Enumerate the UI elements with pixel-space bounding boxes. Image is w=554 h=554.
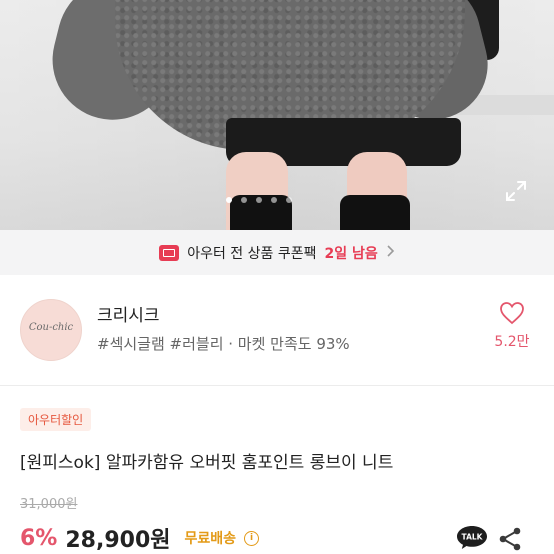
favorite-button[interactable]: 5.2만	[488, 301, 536, 351]
share-icon[interactable]	[497, 526, 523, 552]
coupon-icon	[159, 244, 180, 261]
coupon-days-left: 2일 남음	[324, 245, 378, 262]
price-row: 6% 28,900원 무료배송 i	[20, 522, 260, 554]
gallery-pagination	[226, 197, 292, 203]
promo-badge: 아우터할인	[20, 408, 92, 431]
sale-price: 28,900원	[65, 528, 171, 553]
expand-icon[interactable]	[504, 179, 528, 203]
coupon-banner-text: 아우터 전 상품 쿠폰팩	[187, 245, 317, 262]
shop-logo-text: Cou-chic	[28, 322, 74, 333]
gallery-dot-5[interactable]	[286, 197, 292, 203]
coupon-banner[interactable]: 아우터 전 상품 쿠폰팩 2일 남음	[0, 230, 554, 275]
favorite-count: 5.2만	[494, 334, 530, 350]
shop-logo[interactable]: Cou-chic	[20, 299, 82, 361]
free-shipping-label: 무료배송	[184, 531, 237, 547]
heart-icon	[500, 302, 524, 325]
shop-info[interactable]: Cou-chic 크리시크 #섹시글램 #러블리 · 마켓 만족도 93% 5.…	[0, 275, 554, 385]
shop-tags: #섹시글램 #러블리 · 마켓 만족도 93%	[97, 335, 350, 353]
kakao-talk-icon[interactable]: TALK	[455, 524, 489, 550]
gallery-dot-3[interactable]	[256, 197, 262, 203]
original-price: 31,000원	[20, 497, 78, 512]
product-image[interactable]	[0, 0, 554, 230]
section-divider	[0, 385, 554, 386]
talk-label: TALK	[462, 533, 484, 542]
product-title: [원피스ok] 알파카함유 오버핏 홈포인트 롱브이 니트	[20, 453, 394, 473]
gallery-dot-4[interactable]	[271, 197, 277, 203]
shop-name[interactable]: 크리시크	[97, 301, 160, 326]
chevron-right-icon	[386, 244, 395, 262]
gallery-dot-1[interactable]	[226, 197, 232, 203]
gallery-dot-2[interactable]	[241, 197, 247, 203]
discount-rate: 6%	[20, 525, 58, 551]
photo-stocking-right	[340, 195, 410, 230]
info-icon[interactable]: i	[244, 530, 260, 546]
